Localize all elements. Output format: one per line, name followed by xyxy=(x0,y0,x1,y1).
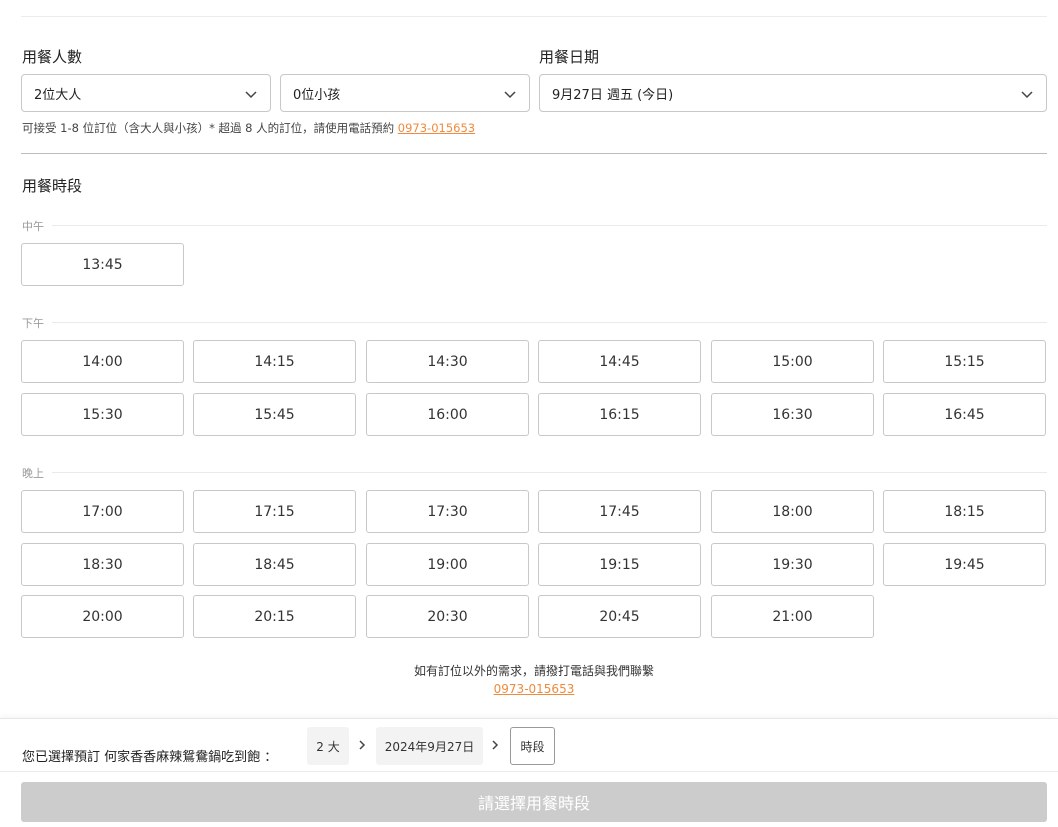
time-slot-button[interactable]: 17:00 xyxy=(21,490,184,533)
top-divider xyxy=(21,16,1047,17)
time-slot-button[interactable]: 18:30 xyxy=(21,543,184,586)
summary-time-chip[interactable]: 時段 xyxy=(510,727,555,765)
period-divider xyxy=(22,322,1047,323)
adults-select-value: 2位大人 xyxy=(34,87,82,103)
time-slot-button[interactable]: 17:15 xyxy=(193,490,356,533)
time-slot-button[interactable]: 16:45 xyxy=(883,393,1046,436)
contact-phone-row: 0973-015653 xyxy=(0,682,1058,696)
time-slot-button[interactable]: 19:45 xyxy=(883,543,1046,586)
period-label: 下午 xyxy=(22,315,52,331)
contact-note: 如有訂位以外的需求，請撥打電話與我們聯繫 xyxy=(413,664,654,678)
adults-select[interactable]: 2位大人 xyxy=(21,74,271,112)
time-slot-button[interactable]: 18:15 xyxy=(883,490,1046,533)
date-select[interactable]: 9月27日 週五 (今日) xyxy=(539,74,1047,112)
period-divider xyxy=(22,472,1047,473)
date-label: 用餐日期 xyxy=(539,48,600,66)
party-size-notice: 可接受 1-8 位訂位（含大人與小孩）* 超過 8 人的訂位，請使用電話預約 0… xyxy=(22,120,475,136)
time-slot-button[interactable]: 15:00 xyxy=(711,340,874,383)
time-slot-button[interactable]: 20:15 xyxy=(193,595,356,638)
time-slot-button[interactable]: 19:15 xyxy=(538,543,701,586)
notice-text: 可接受 1-8 位訂位（含大人與小孩）* 超過 8 人的訂位，請使用電話預約 xyxy=(22,121,398,135)
children-select-value: 0位小孩 xyxy=(293,87,341,103)
time-slot-button[interactable]: 18:00 xyxy=(711,490,874,533)
booking-summary-bar: 您已選擇預訂 何家香香麻辣鴛鴦鍋吃到飽 ： 2 大 2024年9月27日 時段 … xyxy=(0,718,1058,827)
time-slot-button[interactable]: 13:45 xyxy=(21,243,184,286)
time-slot-button[interactable]: 16:30 xyxy=(711,393,874,436)
time-slot-button[interactable]: 16:00 xyxy=(366,393,529,436)
contact-phone-link[interactable]: 0973-015653 xyxy=(494,682,575,696)
time-slot-button[interactable]: 14:15 xyxy=(193,340,356,383)
period-label: 中午 xyxy=(22,218,52,234)
time-slot-button[interactable]: 19:00 xyxy=(366,543,529,586)
time-slot-button[interactable]: 20:00 xyxy=(21,595,184,638)
period-divider xyxy=(22,225,1047,226)
time-slot-button[interactable]: 14:30 xyxy=(366,340,529,383)
time-slot-button[interactable]: 21:00 xyxy=(711,595,874,638)
time-slot-button[interactable]: 15:45 xyxy=(193,393,356,436)
period-label: 晚上 xyxy=(22,465,52,481)
time-slot-button[interactable]: 15:30 xyxy=(21,393,184,436)
chevron-down-icon xyxy=(245,91,257,99)
summary-text: 您已選擇預訂 何家香香麻辣鴛鴦鍋吃到飽 ： xyxy=(22,750,278,765)
date-select-value: 9月27日 週五 (今日) xyxy=(552,87,674,103)
party-size-label: 用餐人數 xyxy=(22,48,83,66)
bar-divider xyxy=(0,771,1058,772)
section-divider xyxy=(21,153,1047,154)
chevron-right-icon xyxy=(492,740,499,750)
time-section-title: 用餐時段 xyxy=(22,177,83,195)
period-header: 中午 xyxy=(22,218,1047,234)
summary-people-chip: 2 大 xyxy=(307,727,349,765)
summary-date-chip: 2024年9月27日 xyxy=(376,727,483,765)
time-slot-button[interactable]: 20:30 xyxy=(366,595,529,638)
time-slot-button[interactable]: 16:15 xyxy=(538,393,701,436)
chevron-right-icon xyxy=(359,740,366,750)
time-slot-button[interactable]: 19:30 xyxy=(711,543,874,586)
time-slot-button[interactable]: 17:30 xyxy=(366,490,529,533)
time-slot-button[interactable]: 20:45 xyxy=(538,595,701,638)
time-slot-button[interactable]: 14:45 xyxy=(538,340,701,383)
confirm-booking-button[interactable]: 請選擇用餐時段 xyxy=(21,782,1047,822)
time-slot-button[interactable]: 14:00 xyxy=(21,340,184,383)
time-slot-button[interactable]: 15:15 xyxy=(883,340,1046,383)
chevron-down-icon xyxy=(504,91,516,99)
period-header: 下午 xyxy=(22,315,1047,331)
time-slot-button[interactable]: 18:45 xyxy=(193,543,356,586)
time-slot-button[interactable]: 17:45 xyxy=(538,490,701,533)
notice-phone-link[interactable]: 0973-015653 xyxy=(398,121,475,135)
chevron-down-icon xyxy=(1021,91,1033,99)
children-select[interactable]: 0位小孩 xyxy=(280,74,530,112)
period-header: 晚上 xyxy=(22,465,1047,481)
